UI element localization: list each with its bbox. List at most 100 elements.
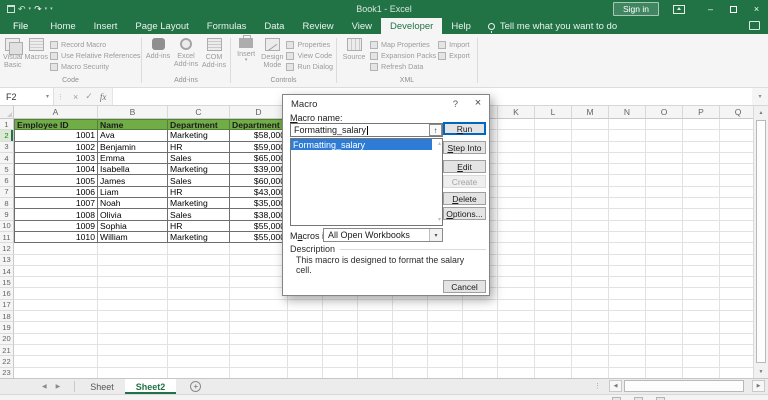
row-header-21[interactable]: 21 (0, 344, 14, 357)
cell-N4[interactable] (609, 152, 646, 165)
cell-Q21[interactable] (720, 345, 753, 357)
cell-Q16[interactable] (720, 288, 753, 300)
row-header-17[interactable]: 17 (0, 299, 14, 312)
cell-L17[interactable] (535, 299, 572, 312)
cell-L4[interactable] (535, 152, 572, 165)
cell-Q10[interactable] (720, 221, 753, 232)
scroll-up-icon[interactable]: ▲ (754, 106, 768, 119)
undo-icon[interactable]: ↶ (18, 4, 26, 14)
cell-B8[interactable]: Noah (98, 198, 168, 210)
cell-O12[interactable] (646, 243, 683, 255)
horizontal-scrollbar-thumb[interactable] (624, 380, 744, 392)
cell-L1[interactable] (535, 119, 572, 131)
cell-H20[interactable] (393, 333, 428, 345)
cell-C3[interactable]: HR (168, 141, 230, 153)
cell-C10[interactable]: HR (168, 220, 230, 232)
cell-P19[interactable] (683, 322, 720, 334)
restore-button[interactable] (722, 0, 745, 18)
column-header-c[interactable]: C (168, 106, 230, 119)
cell-B16[interactable] (98, 288, 168, 300)
ribbon-tab-insert[interactable]: Insert (85, 18, 127, 34)
cell-K18[interactable] (498, 311, 535, 323)
cell-H22[interactable] (393, 356, 428, 368)
redo-dropdown-icon[interactable]: ▾ (45, 6, 48, 12)
sign-in-button[interactable]: Sign in (613, 2, 659, 16)
expansion-packs-button[interactable]: Expansion Packs (370, 51, 436, 60)
row-header-6[interactable]: 6 (0, 175, 14, 187)
cell-Q13[interactable] (720, 255, 753, 266)
cell-N12[interactable] (609, 243, 646, 255)
cell-D3[interactable]: $59,000 (230, 141, 288, 153)
cell-A3[interactable]: 1002 (14, 141, 98, 153)
cell-D13[interactable] (230, 254, 288, 266)
cell-M10[interactable] (572, 220, 609, 232)
cell-O13[interactable] (646, 254, 683, 266)
cell-M1[interactable] (572, 119, 609, 131)
cell-B7[interactable]: Liam (98, 186, 168, 199)
cell-I22[interactable] (428, 356, 463, 368)
cell-B2[interactable]: Ava (98, 130, 168, 142)
cell-A11[interactable]: 1010 (14, 231, 98, 244)
cell-D22[interactable] (230, 356, 288, 368)
cell-A1[interactable]: Employee ID (14, 119, 98, 131)
cell-D5[interactable]: $39,000 (230, 164, 288, 176)
cell-N8[interactable] (609, 198, 646, 210)
cell-D15[interactable] (230, 277, 288, 289)
cell-K10[interactable] (498, 220, 535, 232)
previous-sheet-icon[interactable]: ◀ (42, 383, 47, 390)
cell-C18[interactable] (168, 311, 230, 323)
cell-J18[interactable] (463, 311, 498, 323)
cell-K12[interactable] (498, 243, 535, 255)
cell-L12[interactable] (535, 243, 572, 255)
cell-L8[interactable] (535, 198, 572, 210)
cell-K2[interactable] (498, 130, 535, 142)
cell-K21[interactable] (498, 344, 535, 357)
cell-N14[interactable] (609, 265, 646, 278)
source-button[interactable]: Source (340, 37, 368, 61)
cell-M7[interactable] (572, 186, 609, 199)
row-header-9[interactable]: 9 (0, 209, 14, 221)
visual-basic-button[interactable]: Visual Basic (3, 37, 24, 68)
cell-G23[interactable] (358, 367, 393, 378)
cell-P1[interactable] (683, 119, 720, 131)
cell-B10[interactable]: Sophia (98, 220, 168, 232)
cell-D14[interactable] (230, 265, 288, 278)
excel-add-ins-button[interactable]: Excel Add-ins (173, 37, 199, 67)
cell-N2[interactable] (609, 130, 646, 142)
cell-P14[interactable] (683, 265, 720, 278)
cell-P22[interactable] (683, 356, 720, 368)
cell-C5[interactable]: Marketing (168, 164, 230, 176)
cell-B18[interactable] (98, 311, 168, 323)
cell-D18[interactable] (230, 311, 288, 323)
cell-F23[interactable] (323, 367, 358, 378)
cell-H18[interactable] (393, 311, 428, 323)
ribbon-tab-formulas[interactable]: Formulas (198, 18, 256, 34)
cell-L11[interactable] (535, 231, 572, 244)
scroll-down-icon[interactable]: ▼ (754, 365, 768, 378)
cell-K13[interactable] (498, 254, 535, 266)
cell-N22[interactable] (609, 356, 646, 368)
cell-K20[interactable] (498, 333, 535, 345)
cell-N17[interactable] (609, 299, 646, 312)
cell-O23[interactable] (646, 367, 683, 378)
cell-O9[interactable] (646, 209, 683, 221)
import-button[interactable]: Import (438, 40, 470, 49)
cell-L15[interactable] (535, 277, 572, 289)
cell-P15[interactable] (683, 277, 720, 289)
column-header-k[interactable]: K (498, 106, 535, 119)
cell-D16[interactable] (230, 288, 288, 300)
cell-D19[interactable] (230, 322, 288, 334)
cell-A15[interactable] (14, 277, 98, 289)
row-header-10[interactable]: 10 (0, 220, 14, 232)
ribbon-tab-file[interactable]: File (0, 18, 41, 34)
cell-D21[interactable] (230, 344, 288, 357)
row-header-3[interactable]: 3 (0, 141, 14, 153)
cell-J22[interactable] (463, 356, 498, 368)
ribbon-tab-view[interactable]: View (343, 18, 381, 34)
cell-A6[interactable]: 1005 (14, 175, 98, 187)
cell-N9[interactable] (609, 209, 646, 221)
cell-C14[interactable] (168, 265, 230, 278)
row-header-13[interactable]: 13 (0, 254, 14, 266)
cell-M3[interactable] (572, 141, 609, 153)
cell-A7[interactable]: 1006 (14, 186, 98, 199)
